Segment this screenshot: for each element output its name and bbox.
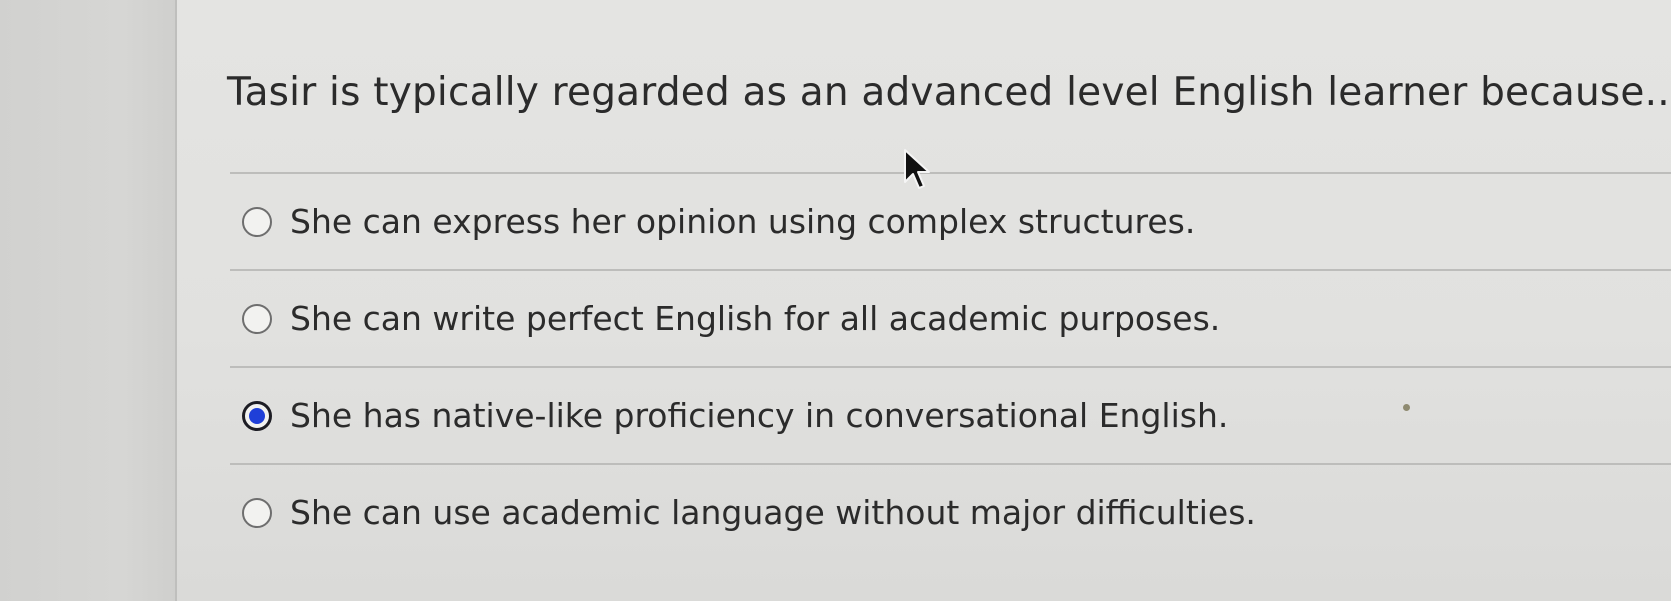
question-panel: Tasir is typically regarded as an advanc… — [177, 0, 1671, 601]
answer-option-label: She has native-like proficiency in conve… — [290, 396, 1229, 435]
screen-speck — [1403, 404, 1410, 411]
mouse-pointer-arrow-icon — [904, 149, 930, 189]
answer-option-label: She can express her opinion using comple… — [290, 202, 1196, 241]
answer-option-2[interactable]: She can write perfect English for all ac… — [230, 271, 1671, 366]
answer-option-label: She can write perfect English for all ac… — [290, 299, 1221, 338]
answer-option-label: She can use academic language without ma… — [290, 493, 1256, 532]
answer-option-1[interactable]: She can express her opinion using comple… — [230, 174, 1671, 269]
answer-options: She can express her opinion using comple… — [230, 172, 1671, 560]
left-margin — [0, 0, 177, 601]
question-text: Tasir is typically regarded as an advanc… — [227, 70, 1671, 115]
radio-button-2[interactable] — [242, 303, 272, 334]
radio-button-4[interactable] — [242, 497, 272, 528]
answer-option-4[interactable]: She can use academic language without ma… — [230, 465, 1671, 560]
answer-option-3[interactable]: She has native-like proficiency in conve… — [230, 368, 1671, 463]
radio-button-3-selected[interactable] — [242, 400, 272, 431]
radio-button-1[interactable] — [242, 206, 272, 237]
